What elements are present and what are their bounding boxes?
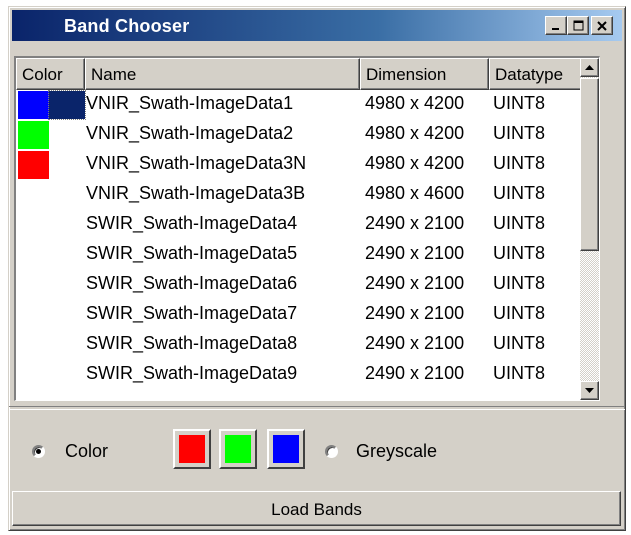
- band-name: SWIR_Swath-ImageData8: [86, 333, 298, 353]
- band-name: VNIR_Swath-ImageData1: [86, 93, 294, 113]
- band-color-swatch: [18, 301, 49, 329]
- scroll-thumb[interactable]: [580, 78, 599, 251]
- band-datatype: UINT8: [493, 303, 546, 323]
- band-color-swatch: [18, 331, 49, 359]
- band-name: SWIR_Swath-ImageData7: [86, 303, 298, 323]
- band-name: VNIR_Swath-ImageData2: [86, 123, 294, 143]
- band-datatype: UINT8: [493, 93, 546, 113]
- radio-dot: [36, 449, 41, 454]
- band-datatype: UINT8: [493, 153, 546, 173]
- table-row[interactable]: SWIR_Swath-ImageData6 2490 x 2100 UINT8: [16, 270, 586, 300]
- maximize-button[interactable]: [567, 16, 589, 35]
- band-color-swatch: [18, 361, 49, 389]
- scroll-down-button[interactable]: [580, 381, 599, 400]
- table-row[interactable]: SWIR_Swath-ImageData7 2490 x 2100 UINT8: [16, 300, 586, 330]
- band-dimension: 4980 x 4200: [365, 153, 465, 173]
- separator: [9, 406, 625, 410]
- selection-highlight: [48, 90, 86, 120]
- close-button[interactable]: [591, 16, 613, 35]
- band-color-swatch: [18, 181, 49, 209]
- arrow-down-icon: [585, 387, 594, 393]
- greyscale-mode-label[interactable]: Greyscale: [356, 441, 437, 462]
- vertical-scrollbar[interactable]: [580, 58, 599, 400]
- band-list[interactable]: Color Name Dimension Datatype VNIR_Swath…: [14, 56, 600, 401]
- band-dimension: 2490 x 2100: [365, 333, 465, 353]
- band-dimension: 2490 x 2100: [365, 363, 465, 383]
- band-name: SWIR_Swath-ImageData5: [86, 243, 298, 263]
- band-chooser-window: Band Chooser Color Name Dimension Dataty…: [8, 6, 626, 531]
- band-dimension: 2490 x 2100: [365, 243, 465, 263]
- table-row[interactable]: SWIR_Swath-ImageData9 2490 x 2100 UINT8: [16, 360, 586, 390]
- band-dimension: 4980 x 4600: [365, 183, 465, 203]
- band-dimension: 2490 x 2100: [365, 213, 465, 233]
- color-radio[interactable]: [32, 445, 45, 458]
- band-color-swatch: [18, 151, 49, 179]
- band-color-swatch: [18, 241, 49, 269]
- band-name: SWIR_Swath-ImageData4: [86, 213, 298, 233]
- band-dimension: 2490 x 2100: [365, 303, 465, 323]
- close-icon: [597, 20, 607, 31]
- table-row[interactable]: SWIR_Swath-ImageData5 2490 x 2100 UINT8: [16, 240, 586, 270]
- load-bands-button[interactable]: Load Bands: [12, 491, 621, 526]
- table-row[interactable]: SWIR_Swath-ImageData4 2490 x 2100 UINT8: [16, 210, 586, 240]
- scroll-up-button[interactable]: [580, 58, 599, 77]
- band-dimension: 2490 x 2100: [365, 273, 465, 293]
- blue-swatch: [273, 435, 299, 463]
- band-datatype: UINT8: [493, 333, 546, 353]
- band-dimension: 4980 x 4200: [365, 123, 465, 143]
- band-name: SWIR_Swath-ImageData6: [86, 273, 298, 293]
- band-datatype: UINT8: [493, 363, 546, 383]
- column-header-datatype[interactable]: Datatype: [489, 58, 586, 90]
- band-dimension: 4980 x 4200: [365, 93, 465, 113]
- band-name: VNIR_Swath-ImageData3N: [86, 153, 307, 173]
- table-row[interactable]: VNIR_Swath-ImageData2 4980 x 4200 UINT8: [16, 120, 586, 150]
- table-row[interactable]: VNIR_Swath-ImageData3B 4980 x 4600 UINT8: [16, 180, 586, 210]
- column-header-name[interactable]: Name: [85, 58, 360, 90]
- column-header-color[interactable]: Color: [16, 58, 85, 90]
- band-color-swatch: [18, 271, 49, 299]
- band-datatype: UINT8: [493, 183, 546, 203]
- color-mode-label[interactable]: Color: [65, 441, 108, 462]
- red-channel-button[interactable]: [173, 429, 211, 469]
- greyscale-radio[interactable]: [325, 445, 338, 458]
- band-color-swatch: [18, 121, 49, 149]
- list-header: Color Name Dimension Datatype: [16, 58, 599, 90]
- band-color-swatch: [18, 91, 49, 119]
- band-datatype: UINT8: [493, 123, 546, 143]
- band-datatype: UINT8: [493, 213, 546, 233]
- window-title: Band Chooser: [64, 16, 190, 36]
- band-name: SWIR_Swath-ImageData9: [86, 363, 298, 383]
- table-row[interactable]: VNIR_Swath-ImageData3N 4980 x 4200 UINT8: [16, 150, 586, 180]
- band-name: VNIR_Swath-ImageData3B: [86, 183, 306, 203]
- green-swatch: [225, 435, 251, 463]
- blue-channel-button[interactable]: [267, 429, 305, 469]
- title-bar[interactable]: Band Chooser: [12, 10, 622, 41]
- arrow-up-icon: [585, 64, 594, 70]
- maximize-icon: [573, 20, 583, 31]
- table-row[interactable]: SWIR_Swath-ImageData8 2490 x 2100 UINT8: [16, 330, 586, 360]
- band-color-swatch: [18, 211, 49, 239]
- minimize-button[interactable]: [545, 16, 567, 35]
- band-datatype: UINT8: [493, 243, 546, 263]
- green-channel-button[interactable]: [219, 429, 257, 469]
- table-row[interactable]: VNIR_Swath-ImageData1 4980 x 4200 UINT8: [16, 90, 586, 120]
- band-datatype: UINT8: [493, 273, 546, 293]
- minimize-icon: [552, 27, 559, 30]
- red-swatch: [179, 435, 205, 463]
- column-header-dimension[interactable]: Dimension: [360, 58, 489, 90]
